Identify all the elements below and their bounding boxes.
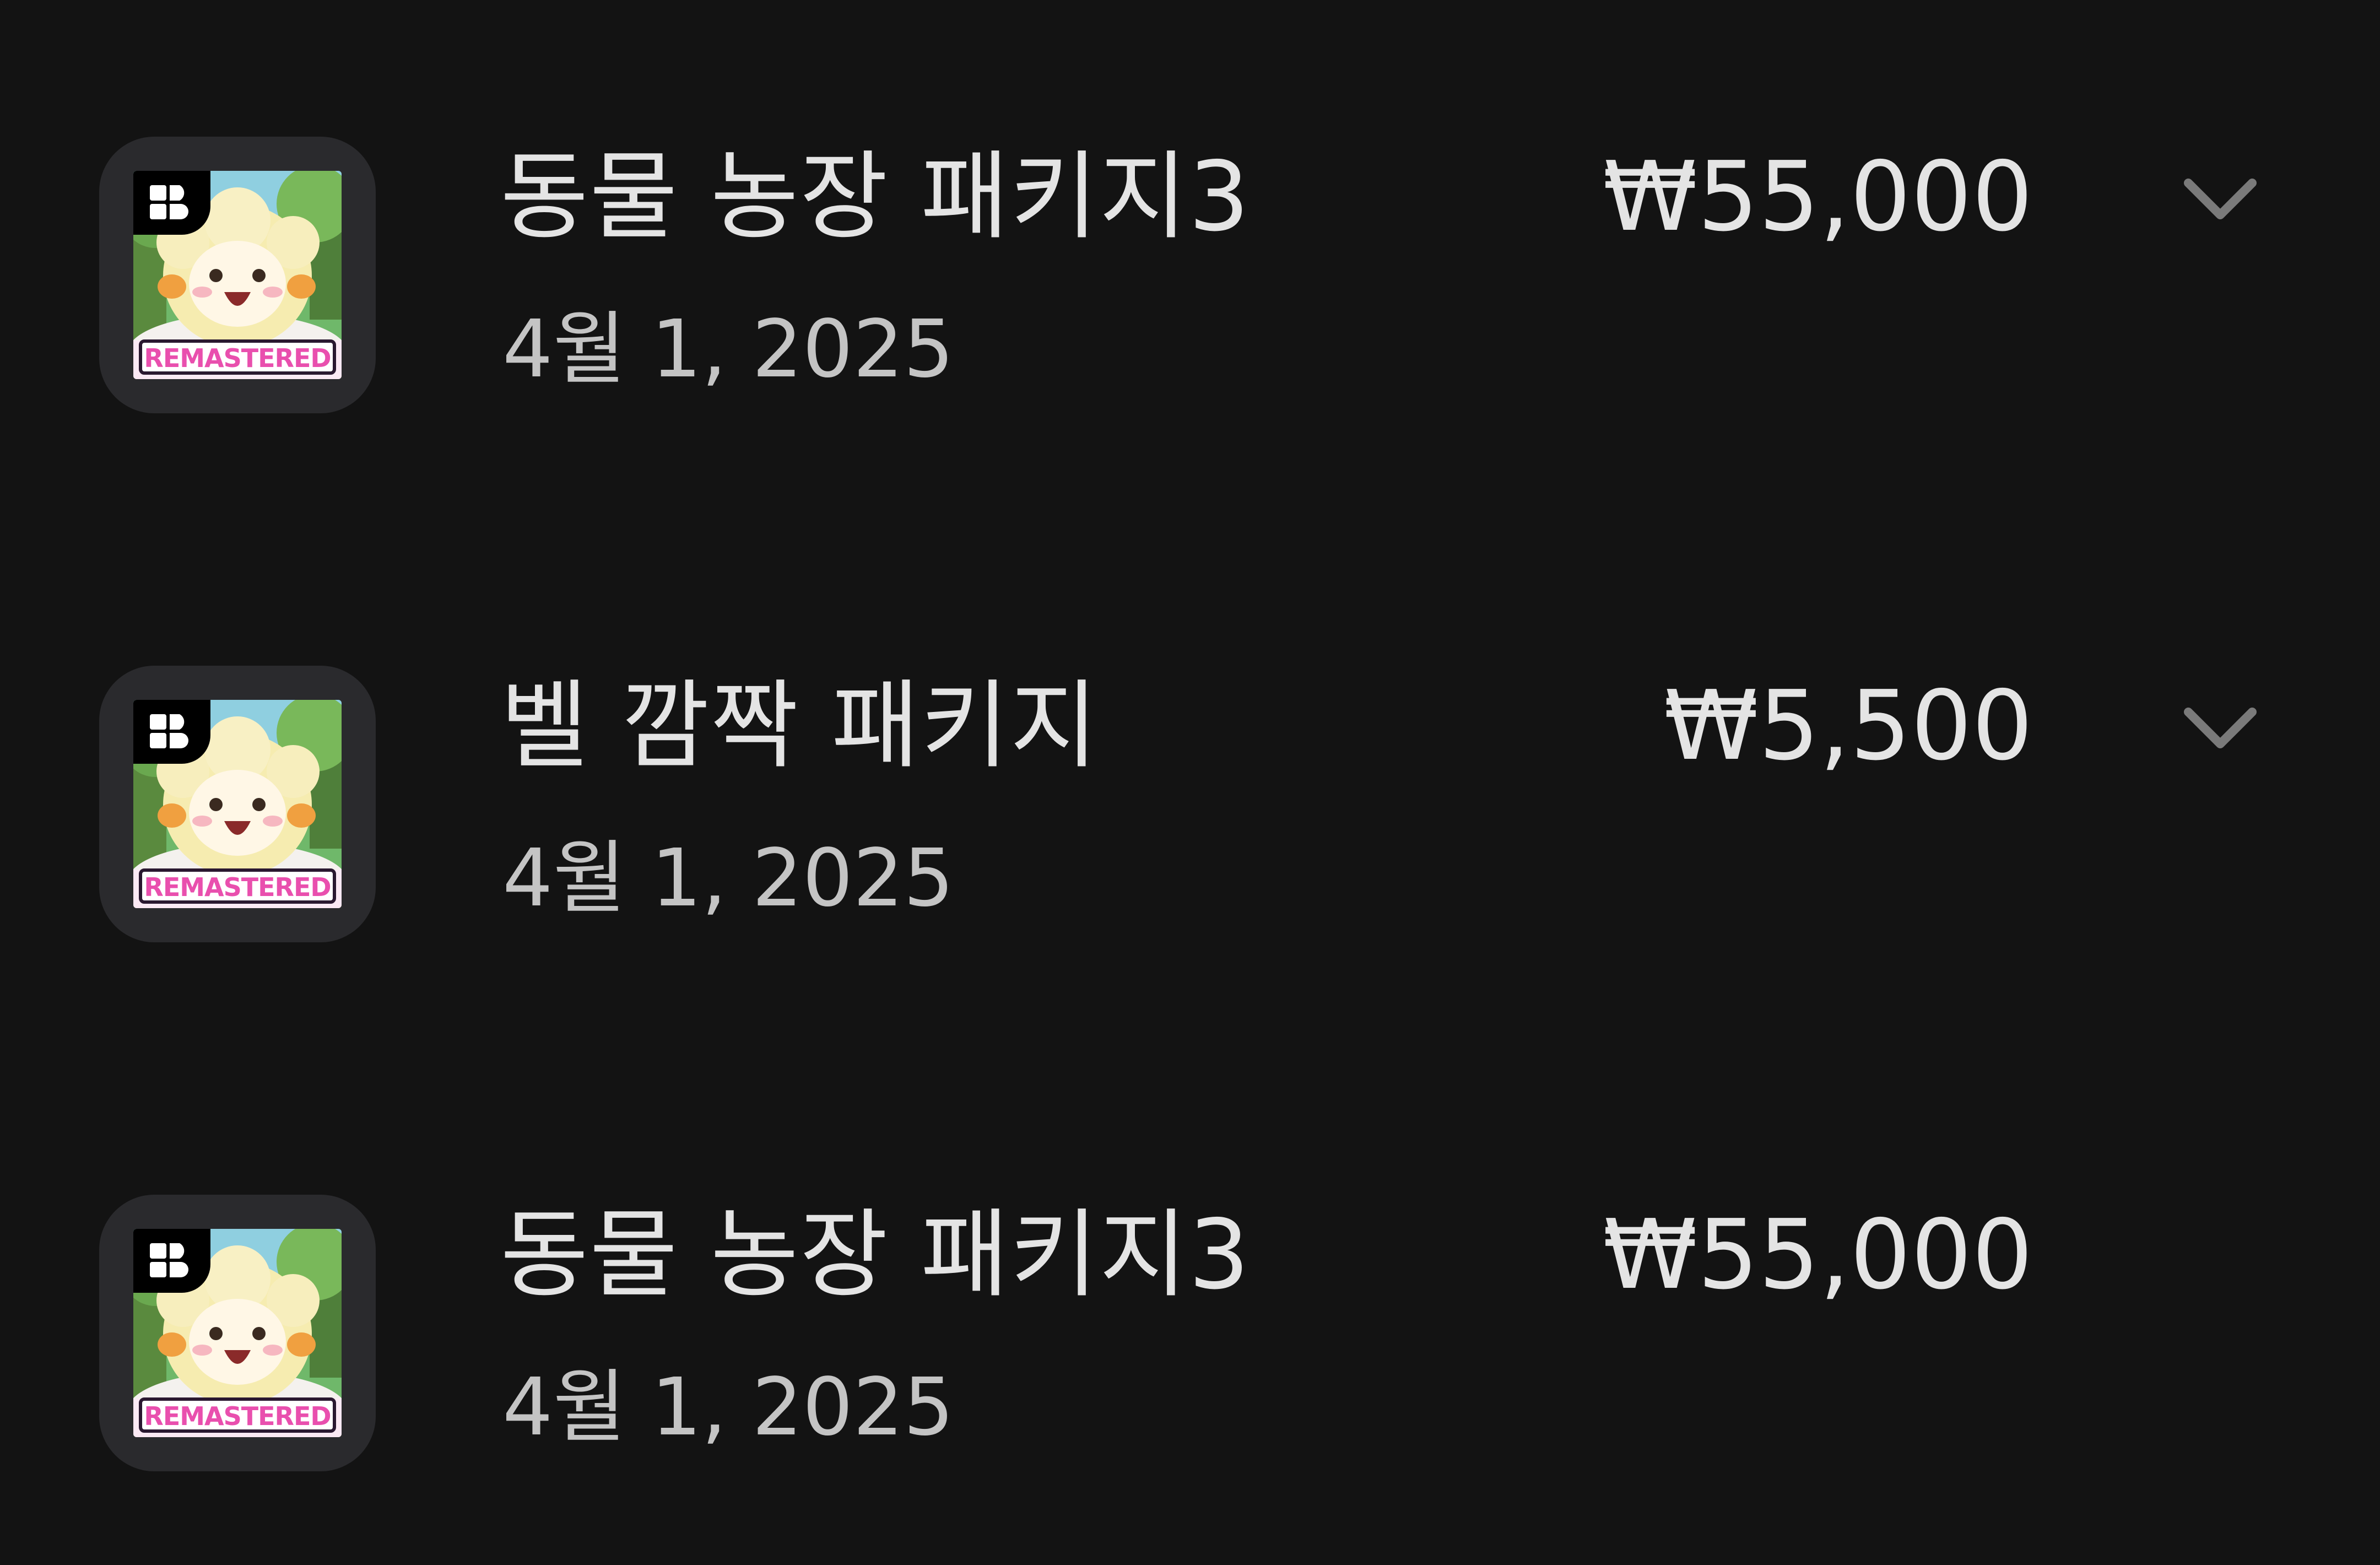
- purchase-price: ₩55,000: [1603, 141, 2033, 253]
- purchase-price: ₩5,500: [1663, 670, 2033, 782]
- purchase-title: 벨 깜짝 패키지: [500, 670, 1100, 782]
- purchase-title: 동물 농장 패키지3: [500, 141, 1251, 253]
- app-icon: REMASTERED: [99, 666, 376, 942]
- game-art-image: REMASTERED: [133, 1229, 342, 1437]
- brand-logo-icon: [133, 1229, 210, 1293]
- purchase-date: 4월 1, 2025: [502, 303, 954, 395]
- purchase-title: 동물 농장 패키지3: [500, 1199, 1251, 1311]
- app-icon: REMASTERED: [99, 137, 376, 413]
- brand-logo-icon: [133, 171, 210, 235]
- purchase-row[interactable]: REMASTERED 동물 농장 패키지3 4월 1, 2025 ₩55,000: [0, 137, 2380, 423]
- brand-logo-icon: [133, 700, 210, 764]
- purchase-date: 4월 1, 2025: [502, 832, 954, 924]
- chevron-down-icon[interactable]: [2182, 700, 2259, 755]
- game-art-image: REMASTERED: [133, 171, 342, 379]
- remastered-badge: REMASTERED: [144, 1401, 331, 1431]
- remastered-badge: REMASTERED: [144, 343, 331, 373]
- purchase-date: 4월 1, 2025: [502, 1361, 954, 1453]
- game-art-image: REMASTERED: [133, 700, 342, 908]
- chevron-down-icon[interactable]: [2182, 171, 2259, 226]
- remastered-badge: REMASTERED: [144, 872, 331, 902]
- purchase-row[interactable]: REMASTERED 동물 농장 패키지3 4월 1, 2025 ₩55,000: [0, 1195, 2380, 1481]
- purchase-row[interactable]: REMASTERED 벨 깜짝 패키지 4월 1, 2025 ₩5,500: [0, 666, 2380, 952]
- app-icon: REMASTERED: [99, 1195, 376, 1471]
- purchase-price: ₩55,000: [1603, 1199, 2033, 1311]
